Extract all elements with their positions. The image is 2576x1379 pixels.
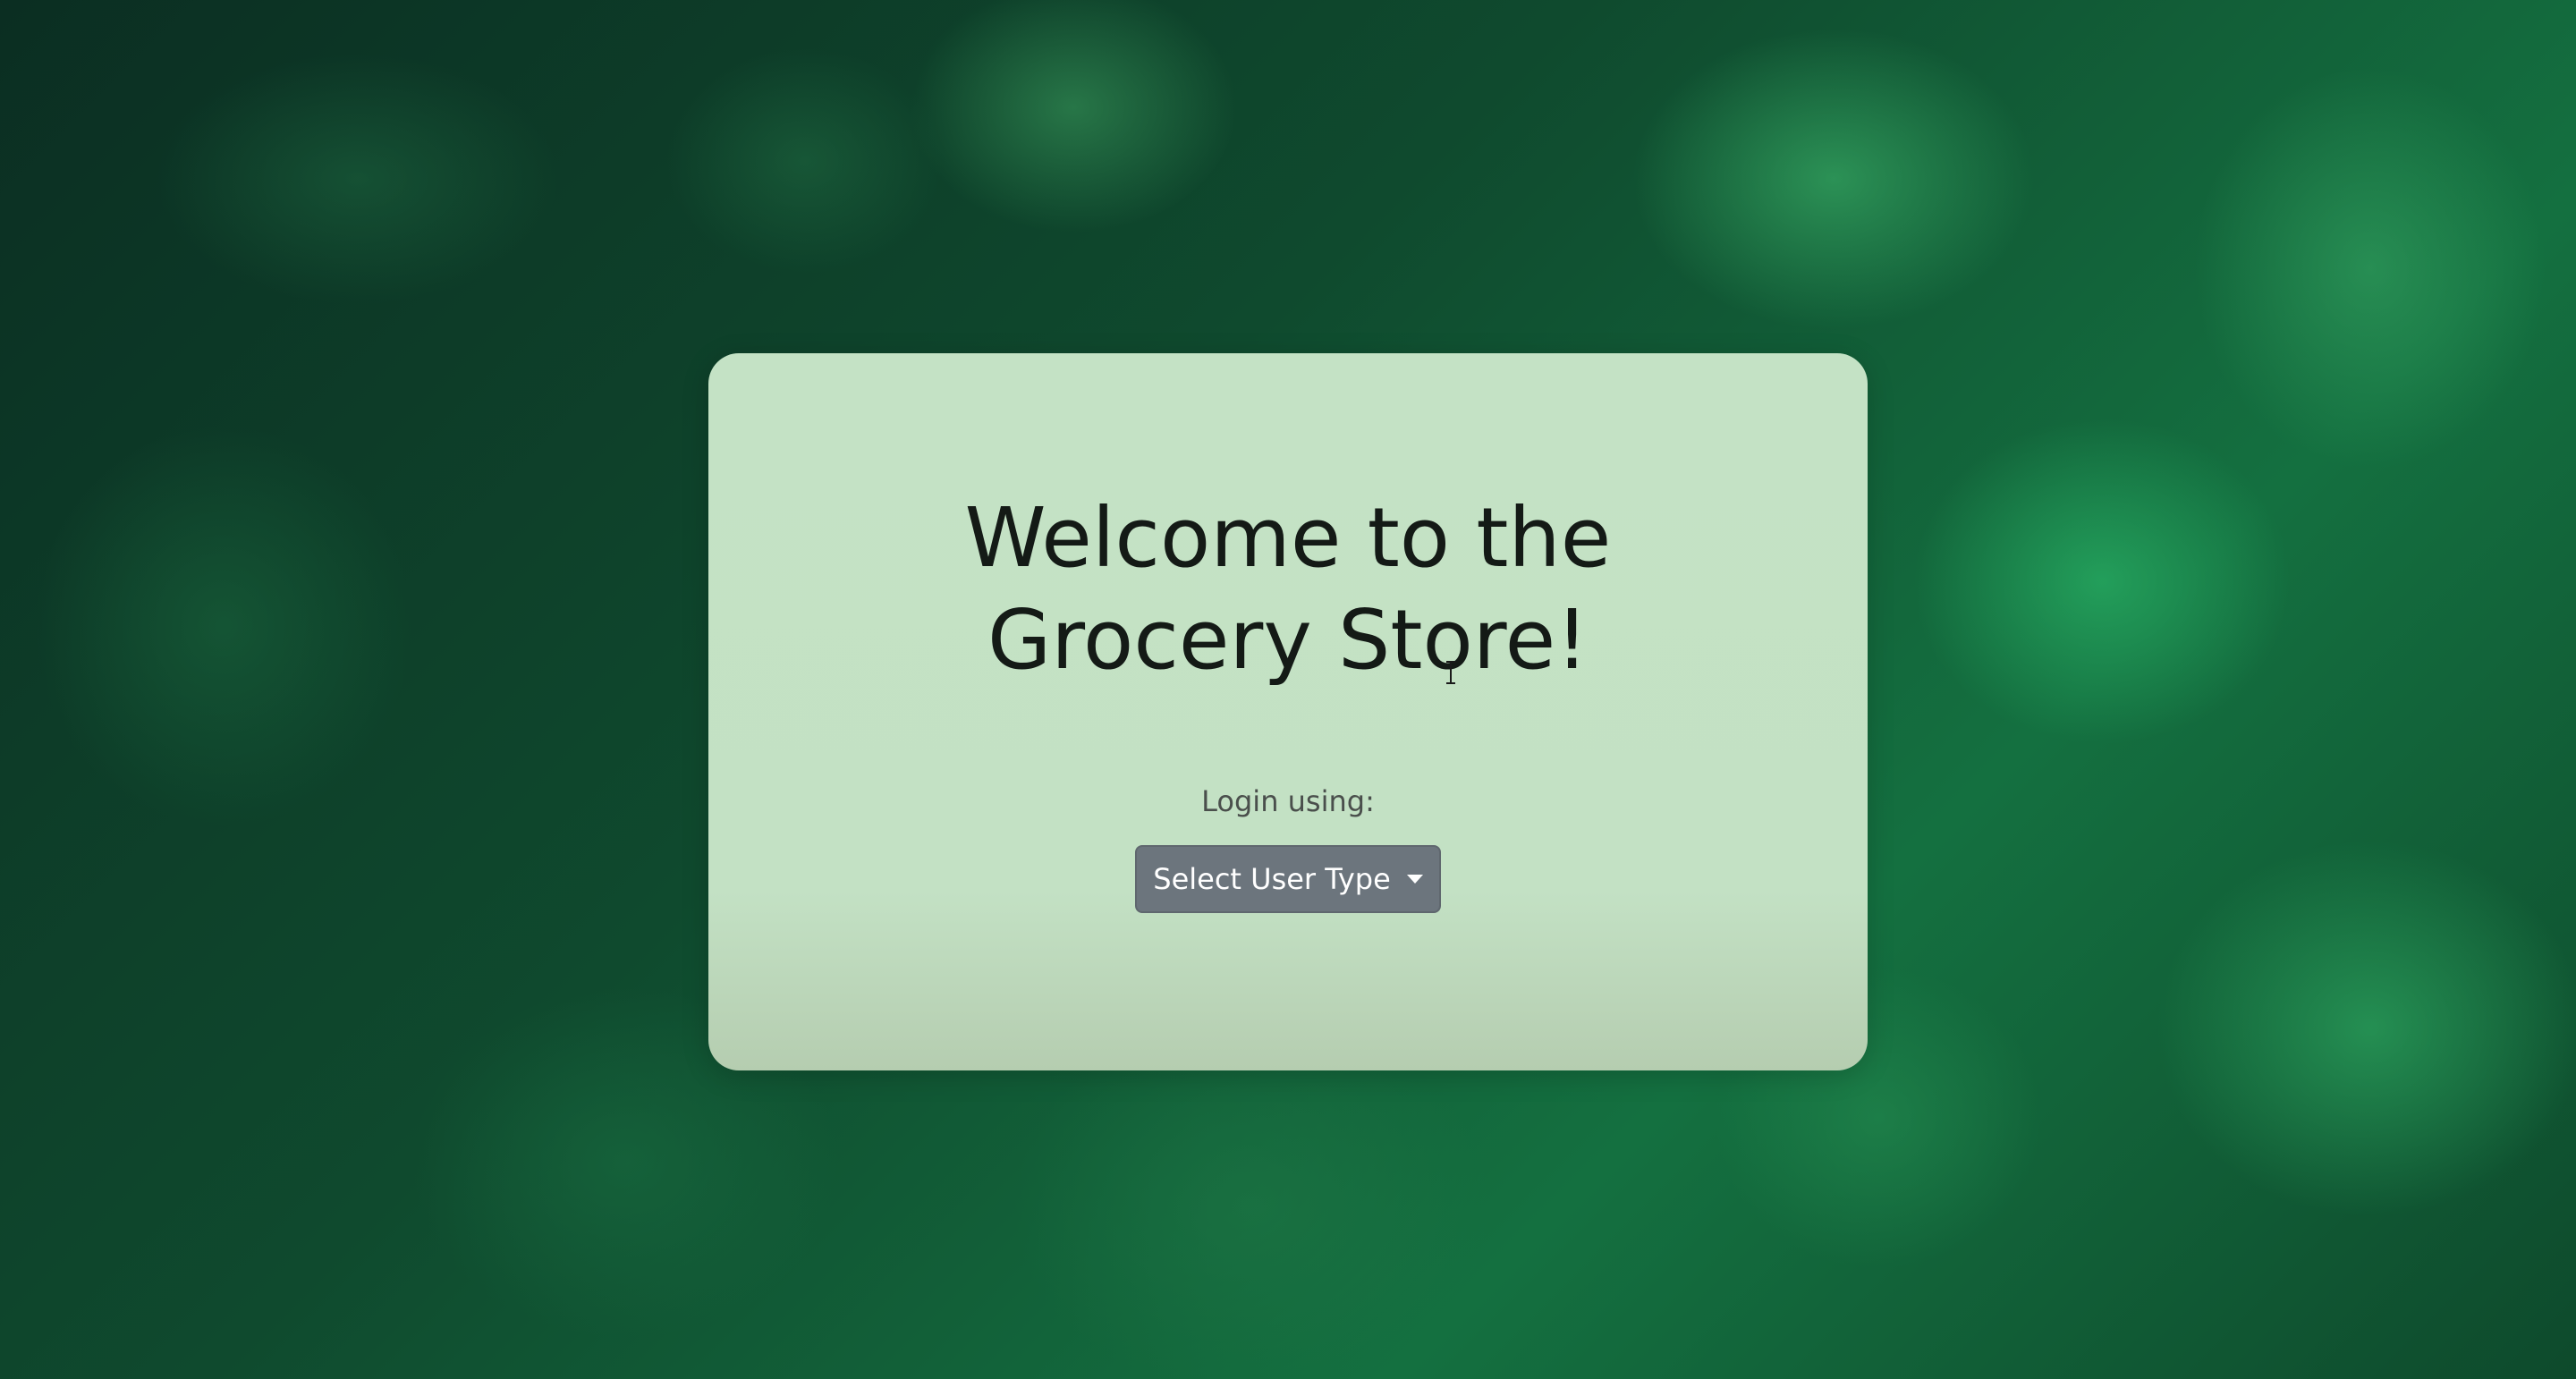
welcome-title-line-1: Welcome to the	[964, 490, 1612, 586]
login-card: Welcome to the Grocery Store! Login usin…	[708, 353, 1868, 1070]
text-cursor-icon	[1446, 661, 1455, 684]
dropdown-label: Select User Type	[1153, 862, 1391, 896]
welcome-title-line-2: Grocery Store!	[987, 592, 1589, 688]
select-user-type-dropdown[interactable]: Select User Type	[1135, 845, 1441, 913]
welcome-title: Welcome to the Grocery Store!	[708, 487, 1868, 691]
caret-down-icon	[1406, 875, 1423, 884]
login-label: Login using:	[1201, 784, 1375, 818]
